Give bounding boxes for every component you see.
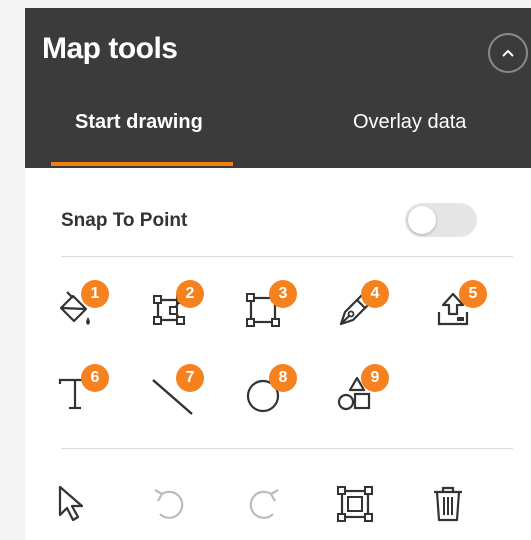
shapes-tool[interactable]: 9 [335, 364, 391, 420]
trash-icon [434, 486, 462, 522]
upload-tool[interactable]: 5 [433, 280, 489, 336]
tab-start-drawing[interactable]: Start drawing [75, 111, 203, 134]
divider [61, 448, 513, 449]
snap-to-point-label: Snap To Point [61, 210, 188, 231]
polygon-edit-tool[interactable]: 2 [150, 280, 206, 336]
active-tab-indicator [51, 162, 233, 166]
panel-header: Map tools Start drawing Overlay data [25, 8, 531, 168]
panel-title: Map tools [42, 32, 178, 65]
pointer-icon [58, 485, 84, 522]
tab-overlay-data[interactable]: Overlay data [353, 111, 466, 134]
toggle-knob [408, 206, 436, 234]
select-pointer-button[interactable] [55, 484, 99, 528]
tool-number-badge: 5 [459, 280, 487, 308]
circle-tool[interactable]: 8 [243, 364, 299, 420]
tool-number-badge: 4 [361, 280, 389, 308]
pen-tool[interactable]: 4 [335, 280, 391, 336]
tool-number-badge: 3 [269, 280, 297, 308]
tool-number-badge: 8 [269, 364, 297, 392]
divider [61, 256, 513, 257]
text-tool[interactable]: 6 [55, 364, 111, 420]
snap-to-point-row: Snap To Point [61, 203, 501, 239]
select-area-button[interactable] [335, 484, 379, 528]
redo-icon [249, 489, 279, 519]
tool-number-badge: 6 [81, 364, 109, 392]
map-tools-panel: Map tools Start drawing Overlay data Sna… [25, 8, 531, 540]
tool-number-badge: 7 [176, 364, 204, 392]
select-area-icon [337, 486, 373, 522]
tool-number-badge: 1 [81, 280, 109, 308]
tool-number-badge: 2 [176, 280, 204, 308]
delete-button[interactable] [428, 484, 472, 528]
paint-bucket-tool[interactable]: 1 [55, 280, 111, 336]
undo-icon [154, 489, 184, 519]
undo-button[interactable] [150, 484, 194, 528]
rectangle-tool[interactable]: 3 [243, 280, 299, 336]
line-tool[interactable]: 7 [150, 364, 206, 420]
snap-to-point-toggle[interactable] [405, 203, 477, 237]
tool-number-badge: 9 [361, 364, 389, 392]
chevron-up-icon [502, 49, 514, 57]
collapse-button[interactable] [488, 33, 528, 73]
redo-button[interactable] [243, 484, 287, 528]
